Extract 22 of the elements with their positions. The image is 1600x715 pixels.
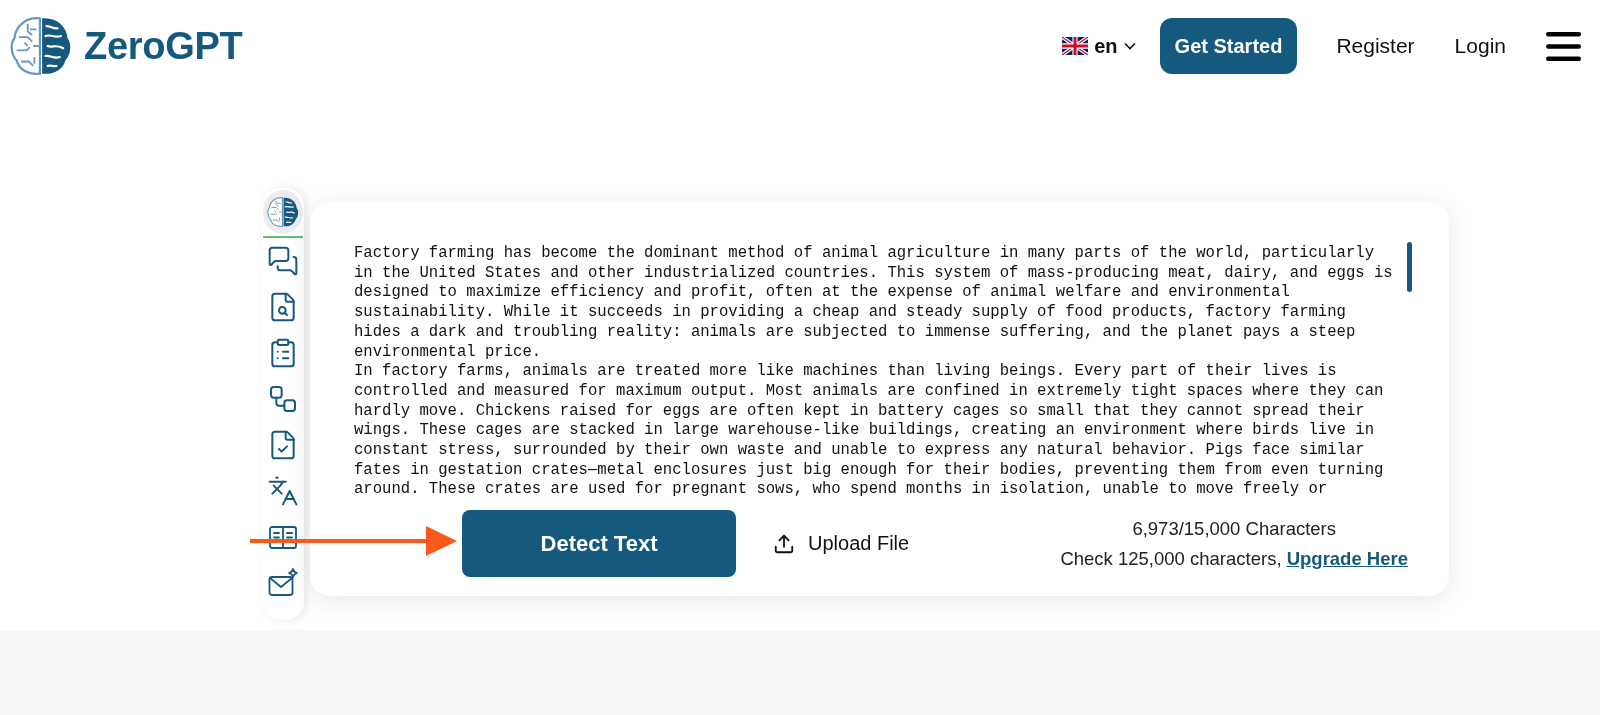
upload-icon: [773, 532, 795, 555]
chat-bubbles-icon[interactable]: [267, 245, 299, 277]
text-input-field[interactable]: Factory farming has become the dominant method of animal agriculture in many parts of the world, particularly in the United States and other industrialized countries. This system of mass-producing meat, dairy, and eggs is designed to maximize efficiency and profit, often at the expense of animal welfare and environmental sustainability. While it succeeds in providing a cheap and steady supply of food products, factory farming hides a dark and troubling reality: animals are subjected to immense suffering, and the planet pays a steep environmental price. In factory farms, animals are treated more like machines than living beings. Every part of their lives is controlled and measured for maximum output. Most animals are confined in extremely tight spaces where they can hardly move. Chickens raised for eggs are often kept in battery cages so small that they cannot spread their wings. These cages are stacked in large warehouse-like buildings, creating an environment where birds live in constant stress, surrounded by their own waste and unable to express any natural behavior. Pigs face similar fates in gestation crates—metal enclosures just big enough for their bodies, preventing them from even turning around. These crates are used for pregnant sows, who spend months in isolation, unable to move freely or: [354, 244, 1397, 501]
mail-sparkle-icon[interactable]: [267, 567, 299, 599]
get-started-button[interactable]: Get Started: [1159, 18, 1298, 74]
brain-icon[interactable]: [263, 190, 303, 238]
upgrade-link[interactable]: Upgrade Here: [1286, 547, 1408, 569]
register-link[interactable]: Register: [1336, 34, 1415, 58]
translate-icon[interactable]: [267, 475, 299, 507]
character-counter: 6,973/15,000 Characters: [1131, 516, 1338, 541]
chevron-down-icon: [1123, 42, 1136, 50]
detect-text-button[interactable]: Detect Text: [462, 510, 736, 577]
workflow-icon[interactable]: [267, 383, 299, 415]
brain-logo[interactable]: [10, 15, 72, 77]
login-link[interactable]: Login: [1454, 34, 1506, 58]
upgrade-note: Check 125,000 characters, Upgrade Here: [1060, 546, 1408, 571]
language-selector[interactable]: en: [1062, 34, 1136, 58]
flag-icon: [1062, 37, 1089, 55]
scrollbar-thumb[interactable]: [1407, 242, 1412, 292]
brand-name[interactable]: ZeroGPT: [84, 24, 243, 68]
menu-icon[interactable]: [1546, 31, 1581, 61]
upload-file-button[interactable]: Upload File: [773, 532, 910, 555]
